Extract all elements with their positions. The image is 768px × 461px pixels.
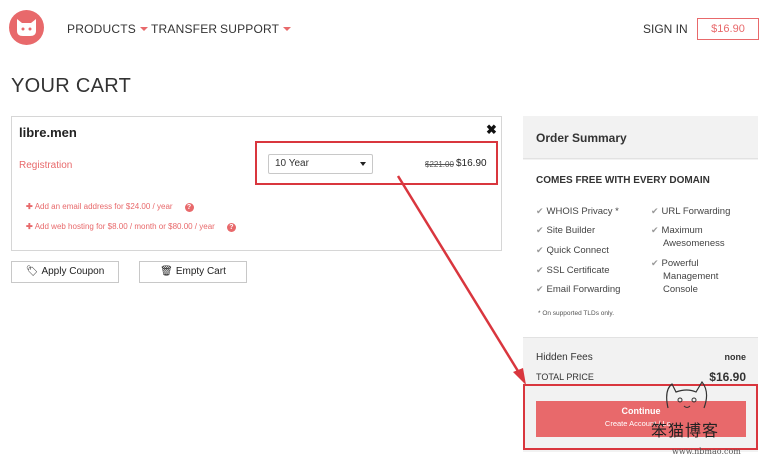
help-icon[interactable]: ? (226, 223, 236, 232)
feature-item: ✔ Powerful Management Console (651, 257, 718, 296)
domain-name: libre.men (19, 125, 77, 140)
check-icon: ✔ (536, 206, 544, 216)
total-price-label: TOTAL PRICE (536, 372, 594, 382)
nav-transfer[interactable]: TRANSFER (151, 22, 217, 36)
empty-cart-label: Empty Cart (175, 266, 226, 277)
cart-total-button[interactable]: $16.90 (697, 18, 759, 40)
feature-label: Management (663, 271, 719, 282)
cat-watermark-icon (666, 380, 708, 409)
check-icon: ✔ (651, 206, 659, 216)
free-features-title: COMES FREE WITH EVERY DOMAIN (536, 175, 710, 186)
hidden-fees-value: none (724, 352, 747, 362)
check-icon: ✔ (651, 225, 659, 235)
nav-products[interactable]: PRODUCTS (67, 22, 148, 36)
add-email-link[interactable]: ✚ Add an email address for $24.00 / year? (26, 202, 194, 212)
watermark-text: 笨猫博客 (651, 421, 720, 440)
feature-label: Powerful (661, 258, 699, 269)
apply-coupon-button[interactable]: 🏷 Apply Coupon (11, 261, 119, 283)
add-email-label: Add an email address for $24.00 / year (34, 202, 173, 211)
check-icon: ✔ (536, 284, 544, 294)
annotation-highlight-continue (523, 384, 758, 450)
feature-item: ✔ Quick Connect (536, 244, 609, 257)
free-features-section: COMES FREE WITH EVERY DOMAIN ✔ WHOIS Priv… (523, 160, 758, 338)
feature-label: Email Forwarding (546, 284, 621, 295)
feature-label: Maximum (661, 225, 703, 236)
registration-label: Registration (19, 160, 73, 171)
check-icon: ✔ (536, 225, 544, 235)
plus-icon: ✚ (26, 222, 33, 231)
check-icon: ✔ (536, 265, 544, 275)
order-summary-title: Order Summary (536, 131, 627, 145)
order-summary-header: Order Summary (523, 116, 758, 159)
apply-coupon-label: Apply Coupon (41, 266, 105, 277)
feature-label: Quick Connect (546, 245, 609, 256)
nav-support-label: SUPPORT (220, 22, 280, 36)
plus-icon: ✚ (26, 202, 33, 211)
tld-note: * On supported TLDs only. (538, 310, 614, 317)
feature-item: ✔ Email Forwarding (536, 283, 620, 296)
feature-label: SSL Certificate (546, 265, 610, 276)
feature-label: WHOIS Privacy * (546, 206, 619, 217)
page-title: YOUR CART (11, 75, 132, 97)
annotation-highlight-price (255, 141, 498, 185)
remove-item-icon[interactable]: ✖ (486, 122, 497, 138)
nav-support[interactable]: SUPPORT (220, 22, 292, 36)
feature-label: URL Forwarding (661, 206, 731, 217)
feature-item: ✔ Maximum Awesomeness (651, 224, 725, 250)
total-price-value: $16.90 (709, 370, 746, 384)
feature-label: Console (663, 284, 698, 295)
feature-label: Site Builder (546, 225, 596, 236)
chevron-down-icon (283, 27, 292, 31)
feature-item: ✔ Site Builder (536, 224, 595, 237)
feature-item: ✔ URL Forwarding (651, 205, 730, 218)
tag-icon: 🏷 (25, 266, 39, 277)
feature-item: ✔ SSL Certificate (536, 264, 610, 277)
check-icon: ✔ (651, 258, 659, 268)
feature-item: ✔ WHOIS Privacy * (536, 205, 619, 218)
nav-products-label: PRODUCTS (67, 22, 136, 36)
trash-icon: 🗑 (160, 266, 173, 277)
add-hosting-link[interactable]: ✚ Add web hosting for $8.00 / month or $8… (26, 222, 236, 232)
hidden-fees-label: Hidden Fees (536, 352, 593, 363)
cat-logo-icon (17, 19, 36, 36)
feature-label: Awesomeness (663, 238, 725, 249)
chevron-down-icon (139, 27, 148, 31)
check-icon: ✔ (536, 245, 544, 255)
sign-in-link[interactable]: SIGN IN (643, 22, 688, 36)
add-hosting-label: Add web hosting for $8.00 / month or $80… (34, 222, 215, 231)
empty-cart-button[interactable]: 🗑 Empty Cart (139, 261, 247, 283)
site-logo[interactable] (9, 10, 44, 45)
help-icon[interactable]: ? (184, 203, 194, 212)
watermark-url: www.nbmao.com (672, 447, 741, 456)
